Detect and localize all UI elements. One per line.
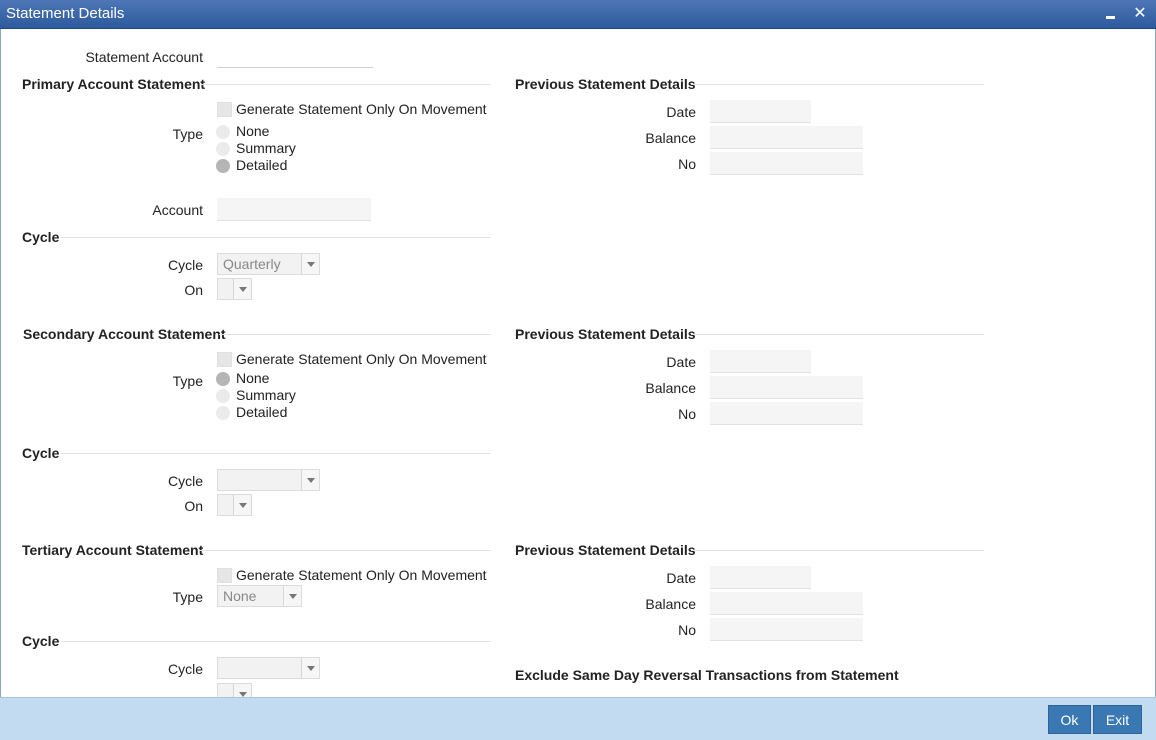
primary-on-select[interactable]	[217, 278, 252, 300]
divider	[219, 334, 491, 335]
chevron-down-icon	[301, 470, 319, 490]
chevron-down-icon	[233, 684, 251, 697]
tertiary-prev-no-field[interactable]	[710, 618, 863, 641]
divider	[515, 675, 984, 676]
secondary-type-none-radio[interactable]	[216, 372, 230, 386]
chevron-down-icon	[283, 586, 301, 606]
primary-prev-heading: Previous Statement Details	[515, 76, 696, 92]
divider	[61, 641, 491, 642]
close-icon[interactable]: ✕	[1132, 6, 1148, 22]
primary-on-label: On	[184, 282, 203, 298]
secondary-generate-checkbox[interactable]	[217, 352, 232, 367]
secondary-type-summary-label: Summary	[236, 387, 296, 403]
secondary-on-select[interactable]	[217, 494, 252, 516]
secondary-cycle-label: Cycle	[167, 473, 203, 489]
primary-type-summary-label: Summary	[236, 140, 296, 156]
primary-type-none-radio[interactable]	[216, 125, 230, 139]
primary-type-detailed-radio[interactable]	[216, 159, 230, 173]
secondary-type-label: Type	[172, 373, 203, 389]
primary-generate-label: Generate Statement Only On Movement	[236, 101, 487, 117]
tertiary-on-select[interactable]	[217, 683, 252, 697]
divider	[199, 550, 491, 551]
tertiary-cycle-select[interactable]	[217, 657, 320, 679]
secondary-prev-date-field[interactable]	[710, 350, 811, 373]
secondary-prev-date-label: Date	[666, 354, 696, 370]
secondary-prev-heading: Previous Statement Details	[515, 326, 696, 342]
primary-prev-date-label: Date	[666, 104, 696, 120]
tertiary-prev-balance-label: Balance	[645, 596, 696, 612]
tertiary-prev-heading: Previous Statement Details	[515, 542, 696, 558]
chevron-down-icon	[301, 658, 319, 678]
tertiary-generate-checkbox[interactable]	[217, 568, 232, 583]
primary-cycle-value: Quarterly	[223, 256, 281, 272]
tertiary-type-value: None	[223, 588, 257, 604]
chevron-down-icon	[233, 495, 251, 515]
primary-generate-checkbox[interactable]	[217, 102, 232, 117]
divider	[201, 84, 491, 85]
minimize-icon[interactable]	[1103, 6, 1119, 22]
window-titlebar: Statement Details ✕	[0, 0, 1156, 29]
exit-button[interactable]: Exit	[1093, 705, 1142, 734]
secondary-generate-label: Generate Statement Only On Movement	[236, 351, 487, 367]
primary-cycle-label: Cycle	[167, 257, 203, 273]
primary-type-detailed-label: Detailed	[236, 157, 288, 173]
chevron-down-icon	[301, 254, 319, 274]
primary-prev-date-field[interactable]	[710, 100, 811, 123]
primary-cycle-heading: Cycle	[22, 229, 60, 245]
primary-account-field[interactable]	[217, 198, 371, 221]
divider	[691, 334, 984, 335]
primary-prev-balance-label: Balance	[645, 130, 696, 146]
divider	[691, 84, 984, 85]
divider	[61, 237, 491, 238]
tertiary-type-label: Type	[172, 589, 203, 605]
tertiary-prev-balance-field[interactable]	[710, 592, 863, 615]
secondary-type-summary-radio[interactable]	[216, 389, 230, 403]
primary-type-none-label: None	[236, 123, 270, 139]
form-content: Statement Account Primary Account Statem…	[0, 29, 1156, 697]
primary-prev-no-field[interactable]	[710, 152, 863, 175]
secondary-prev-balance-field[interactable]	[710, 376, 863, 399]
primary-prev-no-label: No	[678, 156, 696, 172]
statement-account-field[interactable]	[217, 45, 373, 68]
tertiary-prev-date-field[interactable]	[710, 566, 811, 589]
primary-cycle-select[interactable]: Quarterly	[217, 253, 320, 275]
primary-account-label: Account	[152, 202, 203, 218]
chevron-down-icon	[233, 279, 251, 299]
secondary-cycle-select[interactable]	[217, 469, 320, 491]
primary-prev-balance-field[interactable]	[710, 126, 863, 149]
secondary-prev-no-field[interactable]	[710, 402, 863, 425]
secondary-cycle-heading: Cycle	[22, 445, 60, 461]
footer-bar: Ok Exit	[0, 697, 1156, 740]
tertiary-prev-no-label: No	[678, 622, 696, 638]
ok-button[interactable]: Ok	[1048, 705, 1091, 734]
tertiary-cycle-label: Cycle	[167, 661, 203, 677]
secondary-prev-balance-label: Balance	[645, 380, 696, 396]
tertiary-heading: Tertiary Account Statement	[22, 542, 204, 558]
primary-type-label: Type	[172, 126, 203, 142]
divider	[691, 550, 984, 551]
secondary-type-detailed-radio[interactable]	[216, 406, 230, 420]
primary-heading: Primary Account Statement	[22, 76, 206, 92]
window-title: Statement Details	[6, 5, 125, 22]
divider	[61, 453, 491, 454]
primary-type-summary-radio[interactable]	[216, 142, 230, 156]
secondary-heading: Secondary Account Statement	[23, 326, 226, 342]
secondary-on-label: On	[184, 498, 203, 514]
tertiary-cycle-heading: Cycle	[22, 633, 60, 649]
tertiary-type-select[interactable]: None	[217, 585, 302, 607]
tertiary-generate-label: Generate Statement Only On Movement	[236, 567, 487, 583]
statement-account-label: Statement Account	[85, 49, 203, 65]
tertiary-prev-date-label: Date	[666, 570, 696, 586]
secondary-type-detailed-label: Detailed	[236, 404, 288, 420]
secondary-type-none-label: None	[236, 370, 270, 386]
secondary-prev-no-label: No	[678, 406, 696, 422]
